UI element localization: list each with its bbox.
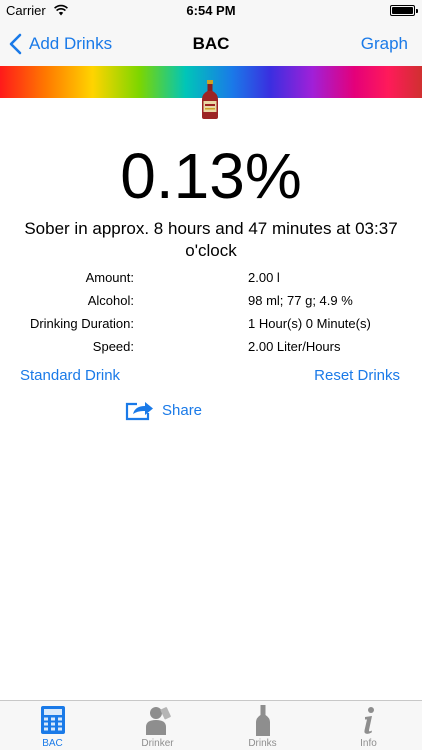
share-button[interactable]: Share: [124, 399, 202, 421]
calculator-icon: [40, 706, 65, 734]
page-title: BAC: [192, 34, 230, 53]
detail-label: Speed:: [92, 339, 134, 354]
detail-value: 1 Hour(s) 0 Minute(s): [248, 316, 371, 331]
info-icon: [363, 707, 374, 734]
standard-drink-button[interactable]: Standard Drink: [20, 367, 120, 384]
share-icon: [125, 402, 153, 421]
tab-bac[interactable]: BAC: [0, 701, 105, 750]
tab-bar: BAC Drinker Drinks Info: [0, 700, 422, 750]
tab-label: Info: [360, 738, 377, 749]
status-bar: Carrier 6:54 PM: [0, 0, 422, 22]
tab-drinker[interactable]: Drinker: [105, 701, 210, 750]
sober-estimate-continued: o'clock: [185, 241, 237, 260]
detail-value: 2.00 l: [248, 270, 280, 285]
detail-row-speed: Speed: 2.00 Liter/Hours: [0, 337, 422, 360]
detail-row-duration: Drinking Duration: 1 Hour(s) 0 Minute(s): [0, 314, 422, 337]
reset-drinks-button[interactable]: Reset Drinks: [314, 367, 400, 384]
status-time: 6:54 PM: [186, 3, 236, 18]
graph-button[interactable]: Graph: [361, 34, 408, 54]
share-label: Share: [162, 401, 203, 419]
tab-info[interactable]: Info: [315, 701, 422, 750]
detail-label: Drinking Duration:: [29, 316, 134, 331]
tab-label: Drinker: [141, 738, 174, 749]
bac-value: 0.13%: [120, 140, 302, 212]
detail-value: 98 ml; 77 g; 4.9 %: [248, 293, 353, 308]
detail-row-amount: Amount: 2.00 l: [0, 268, 422, 291]
detail-label: Amount:: [85, 270, 134, 285]
tab-drinks[interactable]: Drinks: [210, 701, 315, 750]
navigation-bar: Add Drinks BAC Graph: [0, 22, 422, 66]
tab-label: BAC: [42, 738, 63, 749]
detail-label: Alcohol:: [87, 293, 134, 308]
detail-row-alcohol: Alcohol: 98 ml; 77 g; 4.9 %: [0, 291, 422, 314]
bottle-marker-icon: [202, 80, 218, 119]
battery-icon: [390, 5, 418, 16]
detail-value: 2.00 Liter/Hours: [248, 339, 341, 354]
drink-details: Amount: 2.00 l Alcohol: 98 ml; 77 g; 4.9…: [0, 268, 422, 360]
sober-estimate: Sober in approx. 8 hours and 47 minutes …: [24, 219, 398, 238]
bottle-icon: [255, 705, 270, 736]
tab-label: Drinks: [248, 738, 277, 749]
drinker-icon: [145, 707, 171, 735]
